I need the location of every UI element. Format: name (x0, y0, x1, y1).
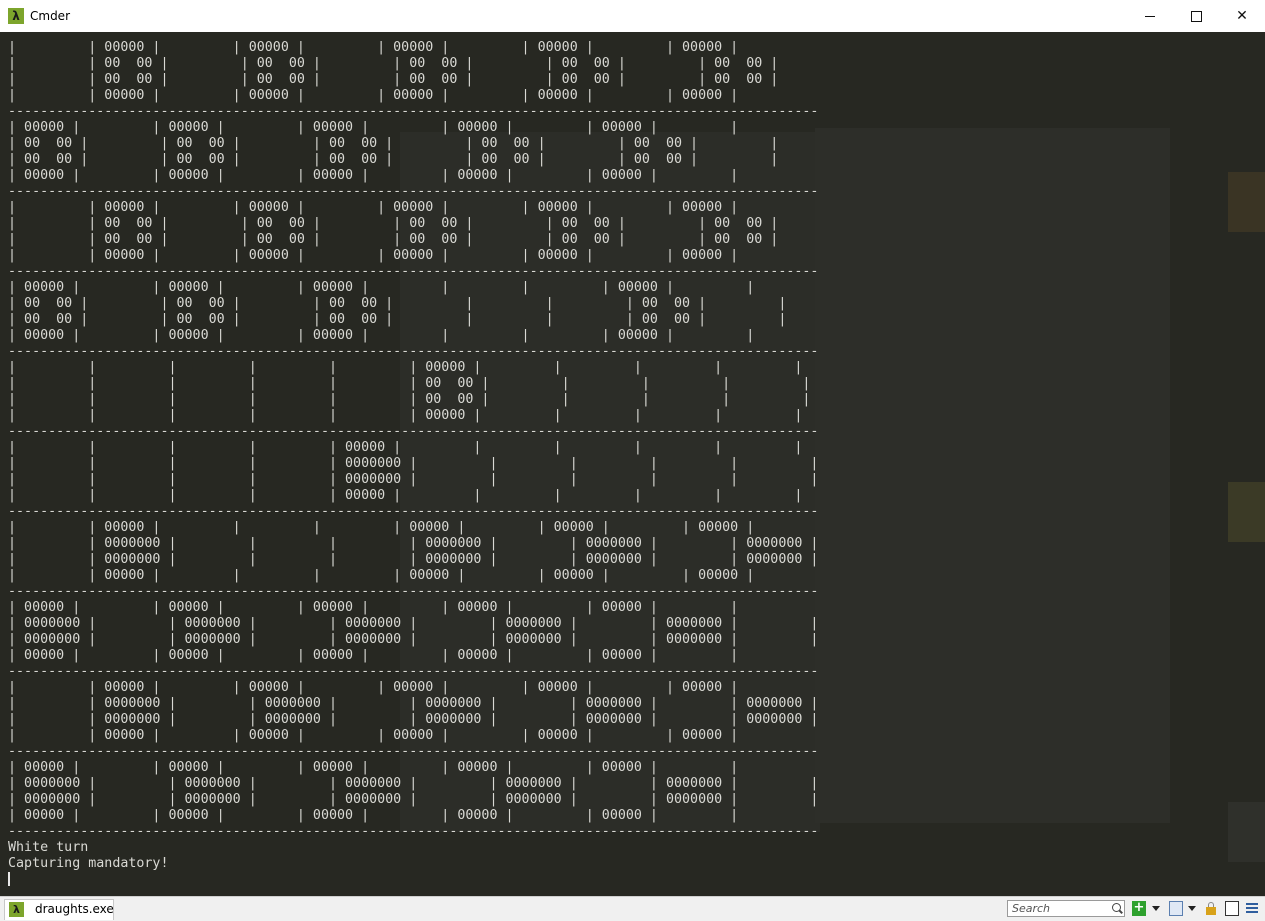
search-input[interactable]: Search (1007, 900, 1125, 917)
minimize-button[interactable] (1127, 0, 1173, 32)
board-row-line: | | | | | 0000000 | | | | | | (8, 472, 819, 487)
board-row-line: | 00000 | | 00000 | | 00000 | | 00000 | … (8, 120, 739, 135)
new-console-dropdown[interactable] (1152, 901, 1161, 916)
board-row-divider: ----------------------------------------… (8, 424, 819, 439)
menu-line (1246, 907, 1258, 909)
close-button[interactable]: ✕ (1219, 0, 1265, 32)
board-row-line: | 0000000 | | 0000000 | | 0000000 | | 00… (8, 632, 819, 647)
console-tab[interactable]: λ draughts.exe (4, 899, 114, 920)
board-row-divider: ----------------------------------------… (8, 824, 819, 839)
board-row-line: | 00000 | | 00000 | | 00000 | | 00000 | … (8, 808, 739, 823)
view-mode-button[interactable] (1169, 901, 1183, 916)
board-row-line: | | | | | 00000 | | | | | | (8, 488, 803, 503)
board-row-line: | | 00 00 | | 00 00 | | 00 00 | | 00 00 … (8, 232, 779, 247)
status-bar: λ draughts.exe Search + (0, 896, 1265, 921)
board-row-line: | | | | | | 00000 | | | | | (8, 408, 803, 423)
board-row-line: | | 00 00 | | 00 00 | | 00 00 | | 00 00 … (8, 56, 779, 71)
lock-icon[interactable] (1205, 901, 1217, 916)
board-row-line: | 00 00 | | 00 00 | | 00 00 | | | | 00 0… (8, 296, 787, 311)
board-row-line: | 00000 | | 00000 | | 00000 | | | | 0000… (8, 328, 755, 343)
console-area[interactable]: | | 00000 | | 00000 | | 00000 | | 00000 … (0, 32, 1265, 896)
lock-body (1206, 907, 1216, 915)
board-row-line: | | | | | | 00000 | | | | | (8, 360, 803, 375)
board-row-line: | | 00 00 | | 00 00 | | 00 00 | | 00 00 … (8, 216, 779, 231)
close-icon: ✕ (1236, 8, 1248, 24)
board-row-line: | | 0000000 | | 0000000 | | 0000000 | | … (8, 696, 819, 711)
board-row-line: | | 00 00 | | 00 00 | | 00 00 | | 00 00 … (8, 72, 779, 87)
board-row-line: | 0000000 | | 0000000 | | 0000000 | | 00… (8, 792, 819, 807)
board-row-line: | | | | | 00000 | | | | | | (8, 440, 803, 455)
board-row-line: | | 00000 | | | | 00000 | | 00000 | | 00… (8, 520, 755, 535)
view-mode-dropdown[interactable] (1188, 901, 1197, 916)
board-row-line: | | 0000000 | | 0000000 | | 0000000 | | … (8, 712, 819, 727)
board-row-line: | | 0000000 | | | | 0000000 | | 0000000 … (8, 552, 819, 567)
console-tab-label: draughts.exe (35, 902, 114, 916)
desktop-icon-ghost (1228, 172, 1265, 232)
console-output: | | 00000 | | 00000 | | 00000 | | 00000 … (8, 40, 818, 889)
search-icon[interactable] (1112, 903, 1121, 912)
cmder-lambda-icon[interactable]: λ (8, 8, 24, 24)
board-row-line: | | 00000 | | | | 00000 | | 00000 | | 00… (8, 568, 755, 583)
cmder-window: λ Cmder ✕ | | 00000 | | 00000 | | 00000 … (0, 0, 1265, 921)
board-row-line: | | | | | | 00 00 | | | | | (8, 376, 811, 391)
text-cursor (8, 872, 10, 886)
board-row-line: | 00000 | | 00000 | | 00000 | | 00000 | … (8, 168, 739, 183)
board-row-divider: ----------------------------------------… (8, 584, 819, 599)
minimize-icon (1145, 16, 1155, 17)
board-row-line: | | 00000 | | 00000 | | 00000 | | 00000 … (8, 680, 739, 695)
chevron-down-icon (1152, 906, 1160, 911)
board-row-divider: ----------------------------------------… (8, 744, 819, 759)
board-row-divider: ----------------------------------------… (8, 104, 819, 119)
board-row-line: | 00 00 | | 00 00 | | 00 00 | | 00 00 | … (8, 152, 779, 167)
status-message: Capturing mandatory! (8, 856, 169, 871)
split-view-icon[interactable] (1225, 901, 1239, 916)
desktop-icon-ghost (1228, 802, 1265, 862)
turn-message: White turn (8, 840, 89, 855)
new-console-button[interactable]: + (1132, 901, 1146, 916)
menu-line (1246, 903, 1258, 905)
board-row-line: | 00000 | | 00000 | | 00000 | | 00000 | … (8, 760, 739, 775)
board-row-line: | 00 00 | | 00 00 | | 00 00 | | | | 00 0… (8, 312, 787, 327)
chevron-down-icon (1188, 906, 1196, 911)
maximize-icon (1191, 11, 1202, 22)
settings-menu-icon[interactable] (1245, 901, 1259, 916)
board-row-line: | | | | | 0000000 | | | | | | (8, 456, 819, 471)
board-row-line: | 00 00 | | 00 00 | | 00 00 | | 00 00 | … (8, 136, 779, 151)
board-row-divider: ----------------------------------------… (8, 264, 819, 279)
board-row-line: | 00000 | | 00000 | | 00000 | | 00000 | … (8, 600, 739, 615)
window-title: Cmder (30, 9, 71, 23)
board-row-divider: ----------------------------------------… (8, 664, 819, 679)
board-row-line: | | | | | | 00 00 | | | | | (8, 392, 811, 407)
board-row-line: | 0000000 | | 0000000 | | 0000000 | | 00… (8, 616, 819, 631)
board-row-line: | 0000000 | | 0000000 | | 0000000 | | 00… (8, 776, 819, 791)
search-placeholder: Search (1012, 902, 1051, 915)
board-row-divider: ----------------------------------------… (8, 504, 819, 519)
maximize-button[interactable] (1173, 0, 1219, 32)
desktop-icon-ghost (1228, 482, 1265, 542)
background-window-ghost (815, 128, 1170, 823)
board-row-line: | | 00000 | | 00000 | | 00000 | | 00000 … (8, 200, 739, 215)
board-row-line: | | 00000 | | 00000 | | 00000 | | 00000 … (8, 40, 739, 55)
board-row-line: | | 00000 | | 00000 | | 00000 | | 00000 … (8, 248, 739, 263)
board-row-divider: ----------------------------------------… (8, 184, 819, 199)
board-row-line: | 00000 | | 00000 | | 00000 | | 00000 | … (8, 648, 739, 663)
board-row-divider: ----------------------------------------… (8, 344, 819, 359)
cmder-lambda-icon: λ (9, 902, 24, 917)
board-row-line: | 00000 | | 00000 | | 00000 | | | | 0000… (8, 280, 755, 295)
title-bar[interactable]: λ Cmder ✕ (0, 0, 1265, 33)
board-row-line: | | 00000 | | 00000 | | 00000 | | 00000 … (8, 728, 739, 743)
draughts-board: | | 00000 | | 00000 | | 00000 | | 00000 … (8, 40, 818, 839)
menu-line (1246, 911, 1258, 913)
board-row-line: | | 00000 | | 00000 | | 00000 | | 00000 … (8, 88, 739, 103)
board-row-line: | | 0000000 | | | | 0000000 | | 0000000 … (8, 536, 819, 551)
